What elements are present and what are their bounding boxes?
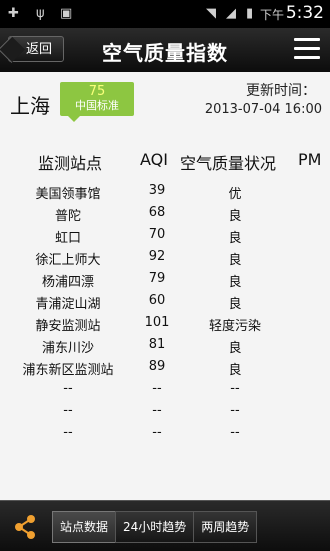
station-name: 青浦淀山湖 <box>35 297 101 312</box>
tab-24h-trend[interactable]: 24小时趋势 <box>115 511 195 543</box>
main-content: 上海 75 中国标准 更新时间： 2013-07-04 16:00 监测站点 A… <box>0 72 330 500</box>
station-aqi: 92 <box>148 249 166 264</box>
title-bar: 空气质量指数 返回 <box>0 28 330 73</box>
station-name: 美国领事馆 <box>35 187 101 202</box>
table-row: 青浦淀山湖 60 良 <box>0 290 330 312</box>
signal-icon: ◢ <box>226 6 236 21</box>
image-icon: ▣ <box>60 6 73 21</box>
table-row: 虹口 70 良 <box>0 224 330 246</box>
tab-station-data[interactable]: 站点数据 <box>52 511 117 543</box>
station-aqi: 39 <box>148 183 166 198</box>
station-table: 美国领事馆 39 优 普陀 68 良 虹口 70 良 徐汇上师大 92 良 杨浦四漂 79 良 青浦… <box>0 180 330 444</box>
table-row: 静安监测站 101 轻度污染 <box>0 312 330 334</box>
usb-debug-icon: ψ <box>36 6 45 21</box>
status-ampm: 下午 <box>259 8 284 22</box>
station-name: 浦东新区监测站 <box>22 363 114 378</box>
table-row: 浦东川沙 81 良 <box>0 334 330 356</box>
status-time: 5:32 <box>285 3 324 23</box>
table-row: 杨浦四漂 79 良 <box>0 268 330 290</box>
table-row: 美国领事馆 39 优 <box>0 180 330 202</box>
table-row: 浦东新区监测站 89 良 <box>0 356 330 378</box>
station-aqi: 101 <box>144 315 170 330</box>
header-quality: 空气质量状况 <box>180 154 277 173</box>
station-quality: 轻度污染 <box>208 319 261 334</box>
station-name: 普陀 <box>54 209 81 224</box>
station-aqi: 89 <box>148 359 166 374</box>
back-button-label: 返回 <box>25 42 52 57</box>
station-name: -- <box>63 403 73 418</box>
header-aqi: AQI <box>140 150 168 169</box>
station-quality: 良 <box>228 253 242 268</box>
tab-2week-trend[interactable]: 两周趋势 <box>193 511 258 543</box>
station-name: 虹口 <box>54 231 81 246</box>
station-aqi: 81 <box>148 337 166 352</box>
station-name: 浦东川沙 <box>41 341 94 356</box>
header-pm: PM <box>298 150 322 169</box>
bottom-bar: 站点数据 24小时趋势 两周趋势 <box>0 500 330 551</box>
station-quality: 良 <box>228 231 242 246</box>
battery-icon: ▮ <box>246 6 254 21</box>
station-aqi: -- <box>152 425 162 440</box>
usb-icon: ✚ <box>8 6 19 21</box>
update-time-value: 2013-07-04 16:00 <box>204 102 322 117</box>
update-time-label: 更新时间： <box>246 83 316 99</box>
station-name: 杨浦四漂 <box>41 275 94 290</box>
share-icon[interactable] <box>12 514 38 540</box>
station-name: -- <box>63 425 73 440</box>
station-quality: 优 <box>228 187 242 202</box>
menu-icon[interactable] <box>294 38 320 60</box>
table-row: 普陀 68 良 <box>0 202 330 224</box>
station-quality: 良 <box>228 297 242 312</box>
table-row: -- -- -- <box>0 378 330 400</box>
table-row: 徐汇上师大 92 良 <box>0 246 330 268</box>
city-name: 上海 <box>10 94 50 118</box>
station-quality: -- <box>230 381 240 396</box>
aqi-standard: 中国标准 <box>75 99 119 112</box>
station-name: 静安监测站 <box>35 319 101 334</box>
station-quality: -- <box>230 403 240 418</box>
station-aqi: 68 <box>148 205 166 220</box>
station-name: -- <box>63 381 73 396</box>
station-aqi: 79 <box>148 271 166 286</box>
aqi-badge: 75 中国标准 <box>60 82 134 122</box>
wifi-icon: ◥ <box>206 6 216 21</box>
aqi-value: 75 <box>88 84 106 99</box>
station-aqi: 60 <box>148 293 166 308</box>
station-name: 徐汇上师大 <box>35 253 101 268</box>
station-aqi: -- <box>152 403 162 418</box>
station-aqi: -- <box>152 381 162 396</box>
station-quality: 良 <box>228 209 242 224</box>
back-button[interactable]: 返回 <box>0 36 64 63</box>
table-row: -- -- -- <box>0 400 330 422</box>
station-quality: 良 <box>228 363 242 378</box>
table-row: -- -- -- <box>0 422 330 444</box>
station-quality: -- <box>230 425 240 440</box>
station-aqi: 70 <box>148 227 166 242</box>
station-quality: 良 <box>228 275 242 290</box>
station-quality: 良 <box>228 341 242 356</box>
tab-bar: 站点数据 24小时趋势 两周趋势 <box>52 511 258 543</box>
status-bar: ✚ ψ ▣ ◥ ◢ ▮ 下午 5:32 <box>0 0 330 28</box>
header-station: 监测站点 <box>38 154 103 173</box>
